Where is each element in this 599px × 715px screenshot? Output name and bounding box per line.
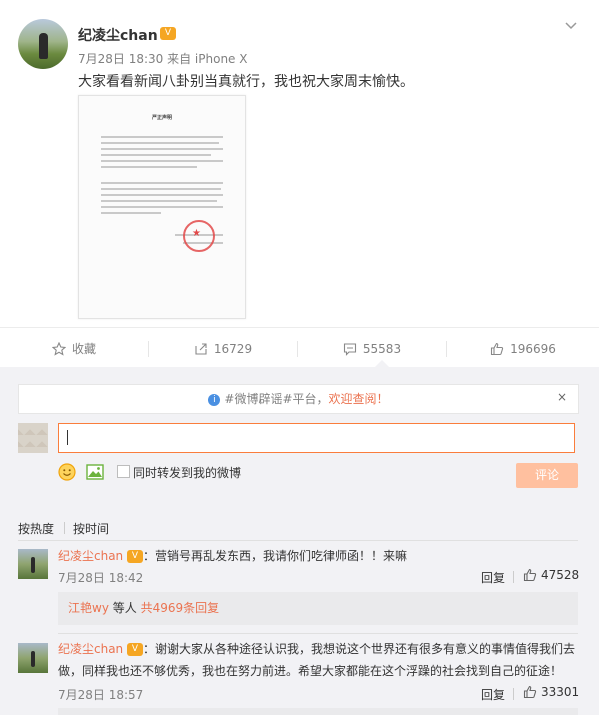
comment-text: ：营销号再乱发东西，我请你们吃律师函！！来嘛	[143, 549, 408, 563]
comment-panel-pointer	[375, 360, 389, 367]
comment-author[interactable]: 纪凌尘chan	[58, 549, 123, 563]
current-user-avatar	[18, 423, 48, 453]
vip-badge-icon: V	[160, 27, 176, 40]
comment-button[interactable]: 55583	[298, 336, 446, 362]
text-cursor	[67, 430, 68, 445]
list-item: 纪凌尘chan V ：谢谢大家从各种途径认识我，我想说这个世界还有很多有意义的事情…	[58, 639, 575, 660]
emoji-icon[interactable]	[58, 463, 76, 481]
repost-count: 16729	[213, 342, 253, 356]
star-icon	[51, 342, 66, 356]
replies-total[interactable]: 共4969条回复	[141, 601, 220, 615]
post-meta: 7月28日 18:30 来自 iPhone X	[78, 52, 248, 66]
rumor-notice-bar: i #微博辟谣#平台，欢迎查阅！	[18, 384, 579, 414]
comment-avatar[interactable]	[18, 643, 48, 673]
reply-like-separator	[513, 571, 514, 583]
like-button[interactable]: 196696	[447, 336, 599, 362]
repost-checkbox[interactable]	[117, 465, 130, 478]
thumbs-up-icon	[523, 685, 537, 699]
comment-time: 7月28日 18:42	[58, 571, 144, 585]
comment-like-count: 33301	[541, 685, 580, 699]
comment-icon	[343, 343, 356, 356]
reply-user[interactable]: 江艳wy	[68, 601, 109, 615]
favorite-label: 收藏	[71, 342, 96, 356]
close-icon[interactable]: ×	[557, 390, 567, 404]
vip-badge-icon: V	[127, 643, 143, 656]
next-replies-summary	[58, 708, 578, 715]
author-avatar[interactable]	[18, 19, 68, 69]
repost-button[interactable]: 16729	[149, 336, 297, 362]
like-count: 196696	[510, 342, 556, 356]
post-image-document[interactable]: 严正声明 ★	[78, 95, 246, 319]
repost-icon	[195, 343, 207, 355]
info-icon: i	[208, 393, 221, 406]
comment-author[interactable]: 纪凌尘chan	[58, 642, 123, 656]
sort-separator	[64, 522, 65, 534]
thumbs-up-icon	[523, 568, 537, 582]
comment-divider	[58, 633, 578, 634]
thumbs-up-icon	[491, 342, 504, 356]
comment-text-line2: 做，同样我也还不够优秀，我也在努力前进。希望大家都能在这个浮躁的社会找到自己的征…	[58, 664, 563, 678]
comment-like-button[interactable]: 47528	[523, 568, 579, 582]
image-upload-icon[interactable]	[86, 463, 104, 481]
post-author-name[interactable]: 纪凌尘chan	[78, 25, 158, 45]
comment-text-line1: ：谢谢大家从各种途径认识我，我想说这个世界还有很多有意义的事情值得我们去	[143, 642, 576, 656]
list-item: 纪凌尘chan V ：营销号再乱发东西，我请你们吃律师函！！来嘛	[58, 546, 407, 567]
actions-top-divider	[0, 327, 599, 328]
reply-button[interactable]: 回复	[481, 569, 505, 586]
doc-title: 严正声明	[151, 115, 172, 121]
reply-like-separator	[513, 688, 514, 700]
comment-count: 55583	[362, 342, 402, 356]
comment-like-button[interactable]: 33301	[523, 685, 579, 699]
replies-summary[interactable]: 江艳wy 等人 共4969条回复	[58, 592, 578, 625]
reply-button[interactable]: 回复	[481, 686, 505, 703]
sort-by-hot-tab[interactable]: 按热度	[18, 520, 54, 537]
chevron-down-icon[interactable]	[563, 17, 579, 33]
submit-comment-button[interactable]: 评论	[516, 463, 578, 488]
sort-divider	[18, 540, 578, 541]
comment-like-count: 47528	[541, 568, 580, 582]
comment-time: 7月28日 18:57	[58, 688, 144, 702]
vip-badge-icon: V	[127, 550, 143, 563]
sort-by-time-tab[interactable]: 按时间	[73, 520, 109, 537]
replies-mid-text: 等人	[108, 601, 141, 615]
notice-link[interactable]: 欢迎查阅！	[329, 392, 389, 406]
comment-avatar[interactable]	[18, 549, 48, 579]
repost-checkbox-label[interactable]: 同时转发到我的微博	[133, 464, 241, 481]
post-text: 大家看看新闻八卦别当真就行，我也祝大家周末愉快。	[78, 74, 414, 90]
comment-input[interactable]	[58, 423, 575, 453]
notice-text: #微博辟谣#平台，	[224, 392, 329, 406]
favorite-button[interactable]: 收藏	[0, 336, 148, 362]
